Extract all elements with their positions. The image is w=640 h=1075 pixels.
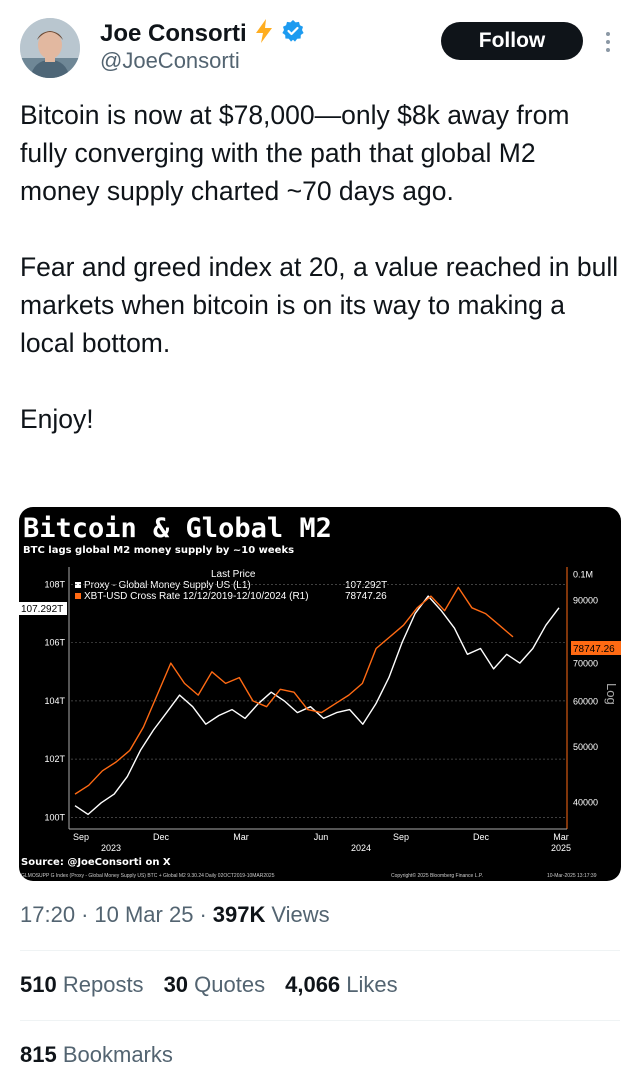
avatar[interactable] (20, 18, 80, 78)
chart-title: Bitcoin & Global M2 (23, 513, 332, 544)
y-left-tick-labels: 108T 106T 104T 102T 100T (44, 579, 65, 822)
legend-value-m2: 107.292T (345, 580, 387, 591)
meta-separator: · (199, 902, 207, 927)
x-year-label: 2023 (101, 843, 121, 853)
quotes-stat[interactable]: 30 Quotes (164, 972, 266, 998)
chart-gridlines (71, 584, 565, 818)
divider (20, 1020, 620, 1021)
legend-label-m2: Proxy - Global Money Supply US (L1) (84, 580, 251, 591)
y-right-tick-label: 50000 (573, 742, 598, 752)
bookmarks-stat[interactable]: 815 Bookmarks (20, 1042, 173, 1068)
reposts-label: Reposts (62, 972, 144, 997)
x-tick-label: Jun (314, 832, 329, 842)
reposts-count: 510 (20, 972, 57, 997)
meta-separator: · (81, 902, 89, 927)
bookmarks-count: 815 (20, 1042, 57, 1067)
lightning-icon (253, 18, 275, 49)
tweet-meta: 17:20 · 10 Mar 25 · 397K Views (20, 902, 330, 928)
quotes-count: 30 (163, 972, 189, 997)
y-left-tick-label: 104T (44, 696, 65, 706)
name-row: Joe Consorti (100, 18, 305, 49)
x-year-label: 2024 (351, 843, 371, 853)
chart-footer-mid: Copyright© 2025 Bloomberg Finance L.P. (391, 872, 483, 879)
y-right-tick-label: 70000 (573, 658, 598, 668)
y-right-tick-label: 0.1M (573, 569, 593, 579)
follow-button[interactable]: Follow (441, 22, 583, 60)
y-right-tick-labels: 0.1M 90000 70000 60000 50000 40000 (573, 569, 598, 807)
y-left-tick-label: 102T (44, 754, 65, 764)
series-line-m2 (74, 595, 560, 816)
legend-swatch-m2 (75, 582, 81, 588)
chart-source: Source: @JoeConsorti on X (21, 857, 171, 868)
chart-image[interactable]: Bitcoin & Global M2 BTC lags global M2 m… (19, 507, 621, 881)
engagement-stats: 510 Reposts 30 Quotes 4,066 Likes (20, 972, 398, 998)
legend-swatch-btc (75, 593, 81, 599)
legend-value-btc: 78747.26 (345, 591, 387, 602)
y-right-tick-label: 40000 (573, 798, 598, 808)
y-right-tick-label: 60000 (573, 697, 598, 707)
user-handle[interactable]: @JoeConsorti (100, 48, 240, 74)
tweet-date[interactable]: 10 Mar 25 (94, 902, 193, 928)
x-year-label: 2025 (551, 843, 571, 853)
y-right-tick-label: 90000 (573, 596, 598, 606)
y-left-tick-label: 100T (44, 812, 65, 822)
chart-footer-right: 10-Mar-2025 13:17:39 (547, 873, 597, 879)
tweet-text: Bitcoin is now at $78,000—only $8k away … (20, 100, 619, 434)
chart-subtitle: BTC lags global M2 money supply by ~10 w… (23, 545, 294, 556)
reposts-stat[interactable]: 510 Reposts (20, 972, 144, 998)
quotes-label: Quotes (194, 972, 266, 997)
y-left-tick-label: 106T (44, 638, 65, 648)
log-scale-label: Log (604, 683, 619, 705)
divider (20, 950, 620, 951)
chart-svg: Bitcoin & Global M2 BTC lags global M2 m… (19, 513, 621, 879)
x-tick-label: Mar (233, 832, 249, 842)
verified-badge-icon (281, 19, 305, 48)
x-tick-label: Dec (153, 832, 170, 842)
x-tick-label: Sep (393, 832, 409, 842)
x-tick-label: Dec (473, 832, 490, 842)
tweet-header: Joe Consorti @JoeConsorti Follow (20, 14, 625, 82)
display-name[interactable]: Joe Consorti (100, 20, 247, 48)
x-tick-label: Sep (73, 832, 89, 842)
x-tick-label: Mar (553, 832, 569, 842)
more-options-icon[interactable] (598, 28, 618, 56)
likes-count: 4,066 (285, 972, 341, 997)
likes-label: Likes (346, 972, 398, 997)
tweet-time[interactable]: 17:20 (20, 902, 75, 928)
likes-stat[interactable]: 4,066 Likes (285, 972, 398, 998)
views-count[interactable]: 397K (213, 902, 266, 928)
legend-header: Last Price (211, 569, 256, 580)
y-right-badge: 78747.26 (573, 644, 615, 655)
bookmarks-label: Bookmarks (62, 1042, 173, 1067)
chart-footer-left: GLMOSUPP G Index (Proxy - Global Money S… (21, 873, 275, 879)
y-left-tick-label: 108T (44, 579, 65, 589)
x-tick-labels: Sep Dec Mar Jun Sep Dec Mar 2023 2024 2025 (73, 832, 571, 853)
y-left-badge: 107.292T (21, 604, 63, 615)
views-label: Views (271, 902, 330, 927)
legend-label-btc: XBT-USD Cross Rate 12/12/2019-12/10/2024… (84, 591, 309, 602)
